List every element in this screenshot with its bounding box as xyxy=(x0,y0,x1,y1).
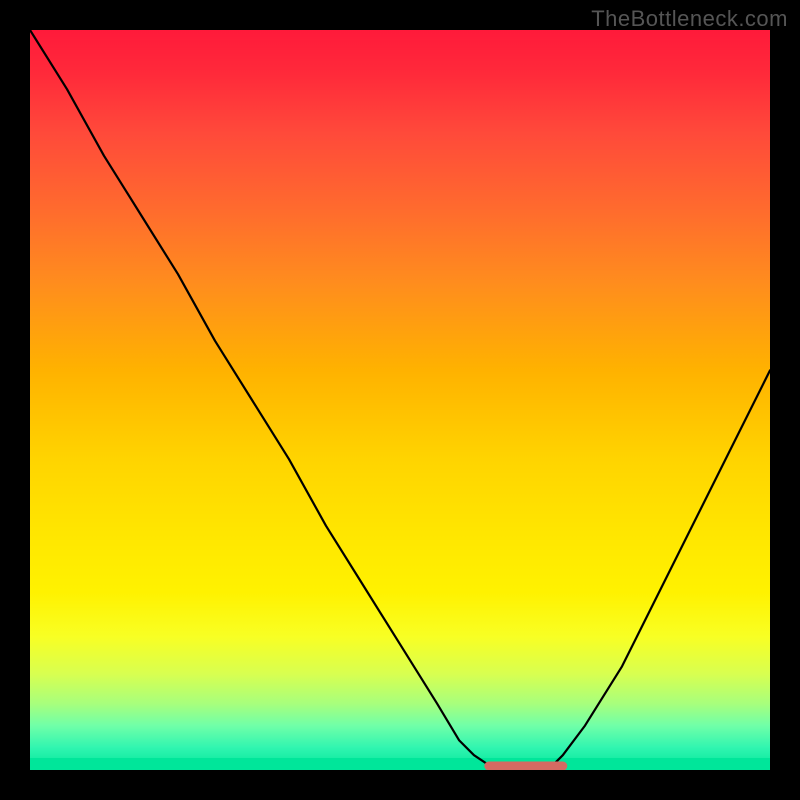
curve-svg xyxy=(30,30,770,770)
bottleneck-curve-line xyxy=(30,30,770,770)
watermark-text: TheBottleneck.com xyxy=(591,6,788,32)
chart-frame: TheBottleneck.com xyxy=(0,0,800,800)
plot-area xyxy=(30,30,770,770)
